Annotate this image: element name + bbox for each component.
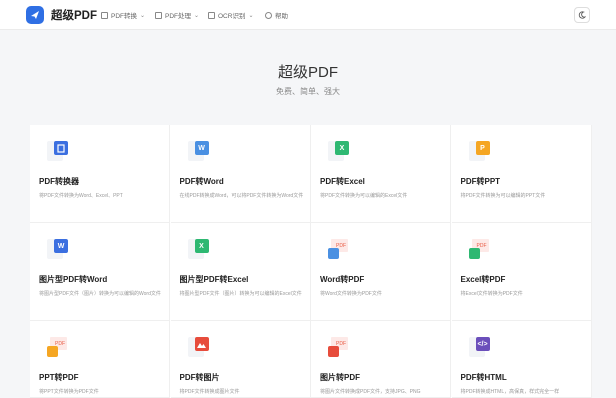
nav-help[interactable]: 帮助 xyxy=(265,9,288,21)
card-title: Word转PDF xyxy=(320,275,365,284)
tool-card[interactable]: </> PDF转HTML 将PDF转换成HTML，高保真，样式完全一样 xyxy=(451,321,592,398)
top-navigation-bar: 超级PDF PDF转换 ⌄ PDF处理 ⌄ OCR识别 ⌄ 帮助 xyxy=(0,0,616,30)
moon-icon xyxy=(578,11,586,19)
card-description: 将PPT文件转换为PDF文件 xyxy=(39,389,99,395)
card-title: PPT转PDF xyxy=(39,373,79,382)
brand-name[interactable]: 超级PDF xyxy=(51,7,97,23)
tool-card[interactable]: PDF 图片转PDF 将图片文件转换成PDF文件，支持JPG、PNG xyxy=(311,321,451,398)
word-to-pdf-icon: PDF xyxy=(328,239,354,265)
tool-card[interactable]: PDF PPT转PDF 将PPT文件转换为PDF文件 xyxy=(30,321,170,398)
card-title: PDF转Excel xyxy=(320,177,365,186)
office-icon xyxy=(47,141,73,167)
nav-pdf-convert[interactable]: PDF转换 ⌄ xyxy=(101,9,145,21)
card-description: 将Excel文件转换为PDF文件 xyxy=(460,291,523,297)
nav-label: 帮助 xyxy=(275,13,288,20)
ppt-icon: P xyxy=(468,141,495,167)
tool-card[interactable]: PDF转换器将PDF文件转换为Word、Excel、PPT xyxy=(30,125,170,223)
card-title: PDF转PPT xyxy=(460,177,501,186)
card-title: 图片型PDF转Excel xyxy=(179,275,249,284)
card-description: 在线PDF转换成Word，可以将PDF文件转换为Word文件 xyxy=(179,193,304,199)
tool-card[interactable]: X 图片型PDF转Excel 将图片型PDF文件（图片）转换为可以编辑的Excel文… xyxy=(170,223,311,321)
card-description: 将PDF文件转换为Word、Excel、PPT xyxy=(39,193,123,199)
card-description: 将Word文件转换为PDF文件 xyxy=(320,291,382,297)
chevron-down-icon: ⌄ xyxy=(194,12,200,19)
image-to-pdf-icon: PDF xyxy=(328,337,354,363)
card-title: 图片型PDF转Word xyxy=(39,275,108,284)
chevron-down-icon: ⌄ xyxy=(248,12,254,19)
help-icon xyxy=(265,11,272,19)
chevron-down-icon: ⌄ xyxy=(140,12,146,19)
nav-pdf-process[interactable]: PDF处理 ⌄ xyxy=(155,9,199,21)
tool-card[interactable]: P PDF转PPT 将PDF文件转换为可以编辑的PPT文件 xyxy=(451,125,592,223)
card-title: PDF转HTML xyxy=(460,373,507,382)
tool-card[interactable]: X PDF转Excel 将PDF文件转换为可以编辑的Excel文件 xyxy=(311,125,451,223)
image-icon xyxy=(187,337,214,363)
card-description: 将PDF转换成HTML，高保真，样式完全一样 xyxy=(460,389,560,395)
card-description: 将PDF文件转换为可以编辑的PPT文件 xyxy=(460,193,546,199)
card-title: PDF转图片 xyxy=(179,373,220,382)
scan-icon xyxy=(208,11,215,19)
tool-card[interactable]: W PDF转Word 在线PDF转换成Word，可以将PDF文件转换为Word文件 xyxy=(170,125,311,223)
tool-card[interactable]: PDF转图片将PDF文件转换成图片文件 xyxy=(170,321,311,398)
excel-icon: X xyxy=(187,239,214,265)
card-description: 将图片型PDF文件（图片）转换为可以编辑的Excel文件 xyxy=(179,291,302,297)
document-icon xyxy=(155,11,162,19)
card-description: 将PDF文件转换成图片文件 xyxy=(179,389,240,395)
nav-label: PDF处理 xyxy=(165,13,191,20)
card-description: 将PDF文件转换为可以编辑的Excel文件 xyxy=(320,193,408,199)
card-title: PDF转Word xyxy=(179,177,224,186)
nav-ocr[interactable]: OCR识别 ⌄ xyxy=(208,9,253,21)
tool-card[interactable]: PDF Word转PDF 将Word文件转换为PDF文件 xyxy=(311,223,451,321)
card-description: 将图片型PDF文件（图片）转换为可以编辑的Word文件 xyxy=(39,291,161,297)
tool-card[interactable]: W 图片型PDF转Word 将图片型PDF文件（图片）转换为可以编辑的Word文件 xyxy=(30,223,170,321)
tool-card[interactable]: PDF Excel转PDF 将Excel文件转换为PDF文件 xyxy=(451,223,592,321)
hero-subtitle: 免费、简单、强大 xyxy=(276,87,340,96)
ppt-to-pdf-icon: PDF xyxy=(47,337,73,363)
card-title: Excel转PDF xyxy=(460,275,506,284)
hero-title: 超级PDF xyxy=(277,64,338,81)
word-icon: W xyxy=(187,141,214,167)
theme-toggle-button[interactable] xyxy=(574,7,590,23)
card-title: 图片转PDF xyxy=(320,373,360,382)
card-title: PDF转换器 xyxy=(39,177,79,186)
excel-icon: X xyxy=(328,141,354,167)
code-icon: </> xyxy=(468,337,495,363)
logo-icon[interactable] xyxy=(26,6,44,24)
card-description: 将图片文件转换成PDF文件，支持JPG、PNG xyxy=(320,389,421,395)
tool-card-grid: PDF转换器将PDF文件转换为Word、Excel、PPT W PDF转Word 在线… xyxy=(30,125,592,398)
excel-to-pdf-icon: PDF xyxy=(468,239,495,265)
document-icon xyxy=(101,11,108,19)
nav-label: PDF转换 xyxy=(111,13,137,20)
word-icon: W xyxy=(47,239,73,265)
nav-label: OCR识别 xyxy=(218,13,246,20)
